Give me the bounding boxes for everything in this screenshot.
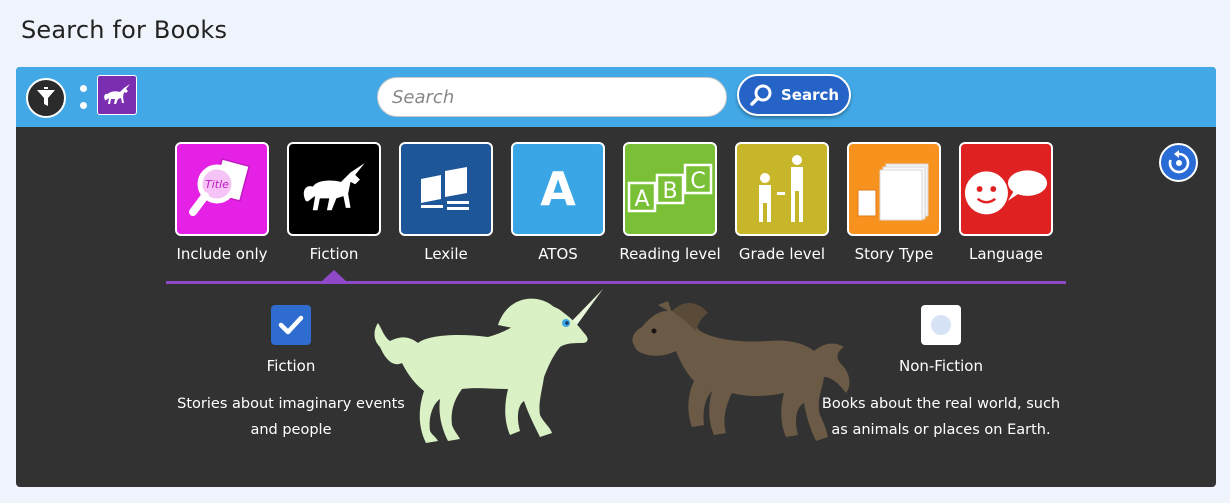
more-options-button[interactable] (78, 85, 88, 109)
tile-label: Include only (176, 245, 268, 263)
letter-a-icon: A (511, 142, 605, 236)
abc-blocks-icon: A B C (623, 142, 717, 236)
reset-arrow-icon (1168, 149, 1189, 173)
svg-text:A: A (634, 187, 649, 212)
search-panel: Search Title Include only Fiction (16, 67, 1216, 487)
tile-label: Reading level (619, 245, 721, 263)
tile-story-type[interactable]: Story Type (838, 142, 950, 263)
books-icon (399, 142, 493, 236)
svg-text:Title: Title (205, 178, 229, 191)
unicorn-icon (104, 84, 130, 104)
tab-divider (166, 281, 1066, 284)
tile-atos[interactable]: A ATOS (502, 142, 614, 263)
tile-label: Grade level (738, 245, 826, 263)
horse-illustration (632, 301, 850, 441)
svg-text:B: B (662, 179, 677, 204)
book-sizes-icon (847, 142, 941, 236)
page-title: Search for Books (21, 16, 228, 44)
magnifier-icon (750, 84, 772, 106)
unicorn-icon (287, 142, 381, 236)
radio-dot-icon (931, 315, 951, 335)
tile-label: Story Type (854, 245, 934, 263)
tile-label: Lexile (424, 245, 468, 263)
people-height-icon (735, 142, 829, 236)
reset-button[interactable] (1159, 143, 1198, 182)
speech-face-icon (959, 142, 1053, 236)
search-button-label: Search (781, 86, 840, 104)
checkmark-icon (278, 315, 304, 335)
tile-reading-level[interactable]: A B C Reading level (614, 142, 726, 263)
tile-fiction[interactable]: Fiction (278, 142, 390, 263)
search-toolbar: Search (16, 67, 1216, 127)
fiction-mode-thumbnail[interactable] (97, 75, 137, 115)
fiction-checkbox[interactable] (271, 305, 311, 345)
tile-lexile[interactable]: Lexile (390, 142, 502, 263)
active-tab-indicator (322, 270, 346, 281)
tile-label: Language (968, 245, 1044, 263)
svg-text:C: C (690, 169, 705, 194)
filter-menu-button[interactable] (26, 78, 66, 118)
search-input[interactable] (377, 77, 727, 117)
unicorn-illustration (374, 289, 603, 443)
tile-language[interactable]: Language (950, 142, 1062, 263)
search-button[interactable]: Search (737, 74, 851, 116)
title-magnifier-icon: Title (175, 142, 269, 236)
tile-label: ATOS (538, 245, 578, 263)
nonfiction-checkbox[interactable] (921, 305, 961, 345)
tile-label: Fiction (309, 245, 359, 263)
tile-grade-level[interactable]: Grade level (726, 142, 838, 263)
funnel-icon (37, 87, 55, 106)
tile-include-only[interactable]: Title Include only (166, 142, 278, 263)
